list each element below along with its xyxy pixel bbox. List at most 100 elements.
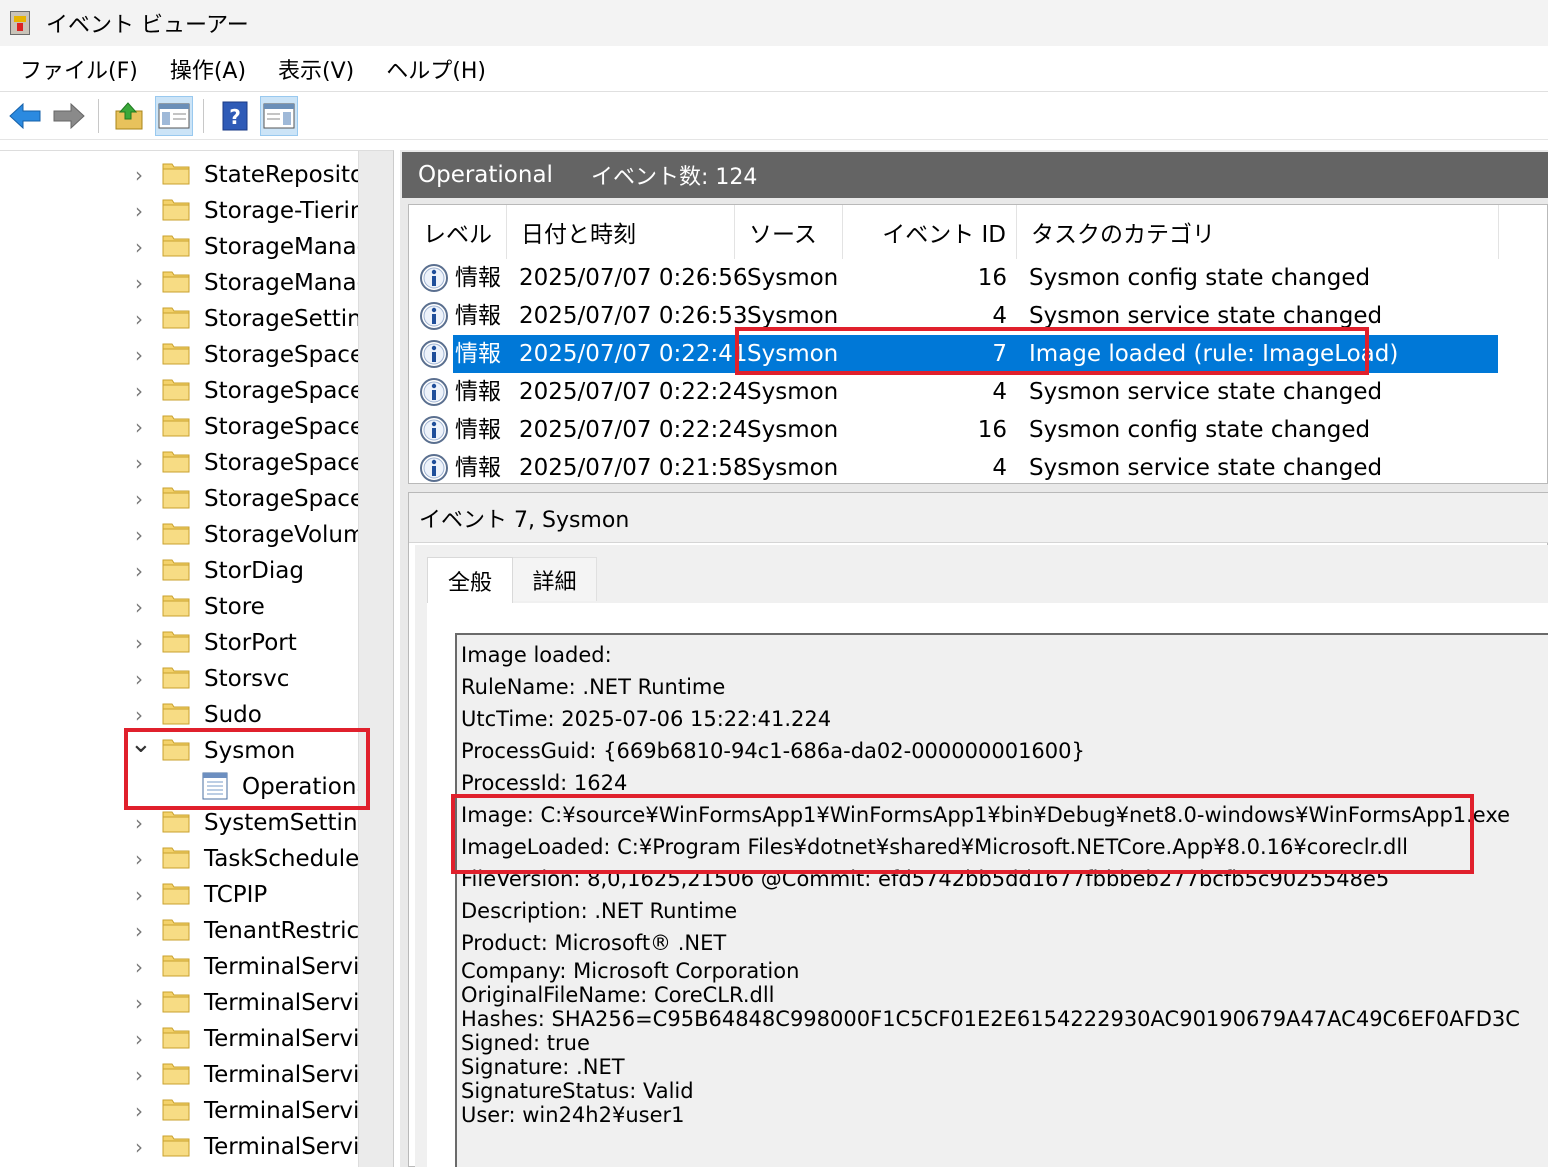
chevron-right-icon[interactable]: ›	[130, 595, 148, 619]
tree-item[interactable]: › Storsvc	[0, 661, 358, 697]
menu-help[interactable]: ヘルプ(H)	[386, 53, 486, 85]
event-row[interactable]: 情報 2025/07/07 0:21:58 Sysmon 4 Sysmon servic…	[409, 449, 1548, 487]
menu-action[interactable]: 操作(A)	[170, 53, 246, 85]
chevron-right-icon[interactable]: ›	[130, 1135, 148, 1159]
tree-item[interactable]: › StorDiag	[0, 553, 358, 589]
log-file-icon	[200, 771, 230, 801]
chevron-right-icon[interactable]: ›	[130, 199, 148, 223]
tree-item[interactable]: › StorageSpaces	[0, 481, 358, 517]
tree-item[interactable]: › StorageSpaces	[0, 445, 358, 481]
chevron-right-icon[interactable]: ›	[130, 307, 148, 331]
event-row[interactable]: 情報 2025/07/07 0:26:56 Sysmon 16 Sysmon confi…	[409, 259, 1548, 297]
chevron-right-icon[interactable]: ›	[130, 523, 148, 547]
chevron-right-icon[interactable]: ›	[130, 631, 148, 655]
chevron-right-icon[interactable]: ›	[130, 379, 148, 403]
tree-item[interactable]: › TCPIP	[0, 877, 358, 913]
folder-icon	[162, 413, 190, 437]
chevron-right-icon[interactable]: ›	[130, 1099, 148, 1123]
tab-general-content: Image loaded: RuleName: .NET Runtime UtcTi…	[427, 603, 1548, 1167]
tree-item[interactable]: › TenantRestricti	[0, 913, 358, 949]
event-detail-line: Image loaded:	[461, 643, 612, 667]
tree-scrollbar[interactable]	[358, 151, 393, 1167]
tree-item[interactable]: › TerminalService	[0, 1093, 358, 1129]
chevron-right-icon[interactable]: ›	[130, 235, 148, 259]
chevron-right-icon[interactable]: ›	[130, 811, 148, 835]
chevron-right-icon[interactable]: ›	[130, 883, 148, 907]
folder-icon	[162, 737, 190, 761]
event-row[interactable]: 情報 2025/07/07 0:26:53 Sysmon 4 Sysmon servic…	[409, 297, 1548, 335]
tab-details[interactable]: 詳細	[513, 557, 597, 601]
event-row[interactable]: 情報 2025/07/07 0:22:41 Sysmon 7 Image loaded …	[409, 335, 1548, 373]
column-task-category[interactable]: タスクのカテゴリ	[1017, 205, 1499, 259]
show-hide-tree-button[interactable]	[155, 95, 193, 136]
event-description-textbox[interactable]: Image loaded: RuleName: .NET Runtime UtcTi…	[455, 633, 1548, 1167]
cell-category: Image loaded (rule: ImageLoad)	[1029, 341, 1399, 367]
tree-item[interactable]: › TaskScheduler	[0, 841, 358, 877]
tree-item[interactable]: › StorageSetting	[0, 301, 358, 337]
column-source[interactable]: ソース	[735, 205, 843, 259]
chevron-right-icon[interactable]: ›	[130, 163, 148, 187]
tree-item[interactable]: › StorageManag	[0, 229, 358, 265]
tree-item[interactable]: › SystemSettings	[0, 805, 358, 841]
chevron-right-icon[interactable]: ›	[130, 271, 148, 295]
cell-category: Sysmon service state changed	[1029, 455, 1383, 481]
tree-item-label: Operational	[242, 774, 358, 800]
tree-item[interactable]: › StorageSpaces	[0, 409, 358, 445]
tree-item[interactable]: › TerminalService	[0, 985, 358, 1021]
chevron-right-icon[interactable]: ›	[130, 703, 148, 727]
show-hide-action-button[interactable]	[260, 95, 298, 136]
event-row[interactable]: 情報 2025/07/07 0:22:24 Sysmon 16 Sysmon confi…	[409, 411, 1548, 449]
chevron-right-icon[interactable]: ›	[130, 955, 148, 979]
navigation-tree[interactable]: › StateRepositor › Storage-Tiering › StorageM…	[0, 150, 394, 1167]
chevron-right-icon[interactable]: ›	[130, 919, 148, 943]
tab-general[interactable]: 全般	[427, 557, 513, 603]
folder-icon	[162, 341, 190, 365]
forward-button[interactable]	[50, 96, 88, 136]
help-button[interactable]: ?	[216, 96, 254, 136]
event-row[interactable]: 情報 2025/07/07 0:22:24 Sysmon 4 Sysmon servic…	[409, 373, 1548, 411]
chevron-right-icon[interactable]: ›	[130, 847, 148, 871]
column-event-id[interactable]: イベント ID	[843, 205, 1017, 259]
back-button[interactable]	[6, 96, 44, 136]
tree-item[interactable]: › TerminalService	[0, 1129, 358, 1165]
up-folder-button[interactable]	[111, 96, 149, 136]
cell-id: 4	[992, 303, 1007, 329]
tree-item[interactable]: › TerminalService	[0, 1021, 358, 1057]
menu-view[interactable]: 表示(V)	[278, 53, 354, 85]
column-datetime[interactable]: 日付と時刻	[507, 205, 735, 259]
chevron-down-icon[interactable]: ⌄	[130, 733, 152, 759]
chevron-right-icon[interactable]: ›	[130, 1027, 148, 1051]
chevron-right-icon[interactable]: ›	[130, 415, 148, 439]
tree-item[interactable]: › Sudo	[0, 697, 358, 733]
chevron-right-icon[interactable]: ›	[130, 559, 148, 583]
folder-icon	[162, 593, 190, 617]
chevron-right-icon[interactable]: ›	[130, 487, 148, 511]
chevron-right-icon[interactable]: ›	[130, 451, 148, 475]
chevron-right-icon[interactable]: ›	[130, 1063, 148, 1087]
tree-item-sysmon[interactable]: ⌄ Sysmon	[0, 733, 358, 769]
tree-item[interactable]: › StorageSpaces	[0, 337, 358, 373]
event-list[interactable]: レベル 日付と時刻 ソース イベント ID タスクのカテゴリ 情報 2025/07…	[408, 204, 1548, 484]
tree-item[interactable]: › StorageManag	[0, 265, 358, 301]
event-detail-line: FileVersion: 8,0,1625,21506 @Commit: efd…	[461, 867, 1390, 891]
column-level[interactable]: レベル	[409, 205, 507, 259]
tree-item-label: StorageSetting	[204, 306, 358, 332]
tree-item[interactable]: › Storage-Tiering	[0, 193, 358, 229]
tree-item[interactable]: › StorageVolume	[0, 517, 358, 553]
cell-level: 情報	[455, 265, 501, 291]
tree-item[interactable]: › Store	[0, 589, 358, 625]
tree-item[interactable]: › TerminalService	[0, 1057, 358, 1093]
tree-item-operational[interactable]: Operational	[0, 769, 358, 805]
tree-item[interactable]: › StorageSpaces	[0, 373, 358, 409]
cell-source: Sysmon	[747, 455, 839, 481]
tree-item-label: TaskScheduler	[204, 846, 358, 872]
tree-item[interactable]: › StateRepositor	[0, 157, 358, 193]
tree-item[interactable]: › StorPort	[0, 625, 358, 661]
info-icon	[419, 377, 449, 407]
chevron-right-icon[interactable]: ›	[130, 667, 148, 691]
chevron-right-icon[interactable]: ›	[130, 343, 148, 367]
tree-item[interactable]: › TerminalService	[0, 949, 358, 985]
event-detail-line: Description: .NET Runtime	[461, 899, 738, 923]
menu-file[interactable]: ファイル(F)	[20, 53, 138, 85]
chevron-right-icon[interactable]: ›	[130, 991, 148, 1015]
